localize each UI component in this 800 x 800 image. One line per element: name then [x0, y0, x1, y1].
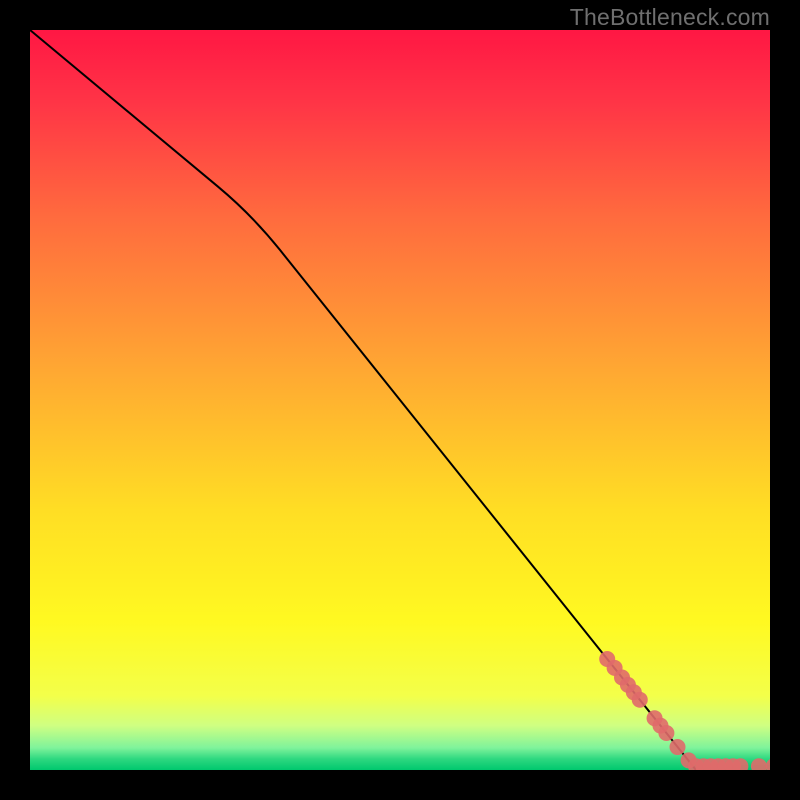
data-marker — [751, 758, 767, 770]
data-marker — [658, 725, 674, 741]
data-marker — [670, 739, 686, 755]
data-marker — [632, 692, 648, 708]
data-line — [30, 30, 696, 770]
data-markers — [599, 651, 770, 770]
plot-area — [30, 30, 770, 770]
chart-stage: TheBottleneck.com — [0, 0, 800, 800]
data-marker — [766, 758, 770, 770]
chart-layer — [30, 30, 770, 770]
watermark-label: TheBottleneck.com — [570, 4, 770, 31]
